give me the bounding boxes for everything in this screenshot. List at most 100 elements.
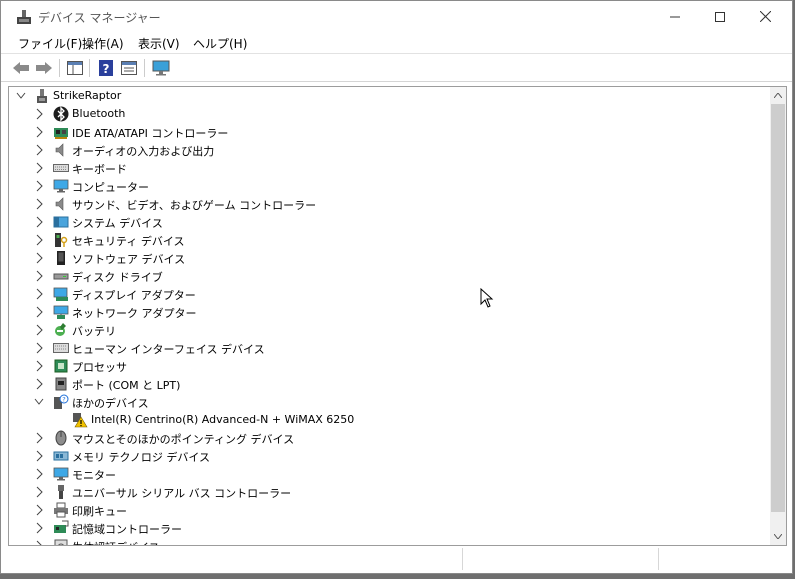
tree-item-category[interactable]: オーディオの入力および出力 (9, 141, 769, 159)
chevron-right-icon[interactable] (34, 540, 44, 546)
memory-icon (53, 451, 69, 461)
mouse-cursor-icon (480, 288, 494, 308)
tree-item-label: マウスとそのほかのポインティング デバイス (72, 433, 295, 446)
tree-item-category[interactable]: サウンド、ビデオ、およびゲーム コントローラー (9, 195, 769, 213)
tree-item-category[interactable]: 記憶域コントローラー (9, 519, 769, 537)
tree-item-category[interactable]: ヒューマン インターフェイス デバイス (9, 339, 769, 357)
chevron-right-icon[interactable] (34, 108, 44, 120)
chevron-right-icon[interactable] (34, 252, 44, 264)
show-hide-tree-button[interactable] (65, 58, 85, 78)
scroll-up-button[interactable] (770, 87, 786, 104)
minimize-button[interactable] (652, 1, 698, 32)
chevron-right-icon[interactable] (34, 342, 44, 354)
monitor-icon (53, 467, 69, 481)
toolbar-separator (144, 59, 145, 77)
tree-item-category[interactable]: コンピューター (9, 177, 769, 195)
tree-item-category[interactable]: バッテリ (9, 321, 769, 339)
chevron-right-icon[interactable] (34, 288, 44, 300)
tree-item-category[interactable]: ポート (COM と LPT) (9, 375, 769, 393)
speaker-icon (55, 197, 64, 211)
mouse-icon (55, 430, 67, 446)
tree-item-category[interactable]: IDE ATA/ATAPI コントローラー (9, 123, 769, 141)
tree-item-label: ネットワーク アダプター (72, 307, 197, 320)
chevron-right-icon[interactable] (34, 306, 44, 318)
tree-item-category[interactable]: 生体認証デバイス (9, 537, 769, 546)
forward-button[interactable] (34, 58, 54, 78)
tree-item-category[interactable]: キーボード (9, 159, 769, 177)
chevron-down-icon[interactable] (16, 90, 26, 102)
chevron-right-icon[interactable] (34, 324, 44, 336)
tree-item-category[interactable]: メモリ テクノロジ デバイス (9, 447, 769, 465)
scroll-down-button[interactable] (770, 528, 786, 545)
tree-item-category[interactable]: 印刷キュー (9, 501, 769, 519)
chevron-right-icon[interactable] (34, 144, 44, 156)
tree-item-category[interactable]: ディスプレイ アダプター (9, 285, 769, 303)
device-tree-pane: StrikeRaptor Bluetooth IDE ATA/ATAPI コントロー… (8, 86, 787, 546)
chevron-right-icon[interactable] (34, 180, 44, 192)
close-button[interactable] (742, 1, 788, 32)
tree-item-category[interactable]: ディスク ドライブ (9, 267, 769, 285)
tree-item-label: サウンド、ビデオ、およびゲーム コントローラー (72, 199, 317, 212)
help-button[interactable]: ? (96, 58, 116, 78)
chevron-right-icon[interactable] (34, 486, 44, 498)
title-bar[interactable]: デバイス マネージャー (1, 1, 792, 32)
chevron-right-icon[interactable] (34, 162, 44, 174)
keyboard-icon (53, 164, 69, 172)
speaker-icon (55, 143, 64, 157)
menu-file[interactable]: ファイル(F) (18, 35, 82, 52)
minimize-icon (670, 16, 680, 17)
chevron-right-icon[interactable] (34, 504, 44, 516)
chevron-right-icon[interactable] (34, 522, 44, 534)
battery-icon (55, 323, 66, 336)
computer-root-icon (37, 89, 47, 103)
chevron-up-icon (774, 93, 782, 98)
menu-bar: ファイル(F) 操作(A) 表示(V) ヘルプ(H) (1, 32, 792, 53)
tree-item-label: オーディオの入力および出力 (72, 145, 215, 158)
chevron-right-icon[interactable] (34, 360, 44, 372)
menu-action[interactable]: 操作(A) (82, 35, 124, 52)
chevron-right-icon[interactable] (34, 468, 44, 480)
tree-item-category[interactable]: ネットワーク アダプター (9, 303, 769, 321)
network-adapter-icon (53, 305, 69, 319)
back-icon (13, 62, 29, 74)
usb-icon (58, 485, 64, 499)
chevron-right-icon[interactable] (34, 126, 44, 138)
tree-item-device[interactable]: Intel(R) Centrino(R) Advanced-N + WiMAX … (9, 411, 769, 429)
tree-item-category[interactable]: ソフトウェア デバイス (9, 249, 769, 267)
printer-icon (54, 502, 68, 518)
tree-item-label: ポート (COM と LPT) (72, 379, 181, 392)
svg-text:?: ? (103, 62, 110, 76)
tree-item-label: StrikeRaptor (53, 89, 122, 102)
scan-hardware-button[interactable] (151, 58, 171, 78)
chevron-right-icon[interactable] (34, 216, 44, 228)
chevron-right-icon[interactable] (34, 432, 44, 444)
tree-item-label: コンピューター (72, 181, 149, 194)
tree-root[interactable]: StrikeRaptor (9, 87, 769, 105)
tree-item-category[interactable]: Bluetooth (9, 105, 769, 123)
hid-icon (53, 343, 69, 353)
tree-item-category[interactable]: ? ほかのデバイス (9, 393, 769, 411)
tree-item-category[interactable]: セキュリティ デバイス (9, 231, 769, 249)
vertical-scrollbar[interactable] (770, 87, 786, 545)
scrollbar-thumb[interactable] (771, 104, 785, 512)
menu-help[interactable]: ヘルプ(H) (193, 35, 247, 52)
tree-item-category[interactable]: ユニバーサル シリアル バス コントローラー (9, 483, 769, 501)
back-button[interactable] (11, 58, 31, 78)
menu-view[interactable]: 表示(V) (138, 35, 180, 52)
chevron-down-icon[interactable] (34, 396, 44, 408)
tree-item-label: ヒューマン インターフェイス デバイス (72, 343, 265, 356)
chevron-right-icon[interactable] (34, 450, 44, 462)
tree-item-category[interactable]: マウスとそのほかのポインティング デバイス (9, 429, 769, 447)
tree-item-category[interactable]: モニター (9, 465, 769, 483)
chevron-right-icon[interactable] (34, 378, 44, 390)
chevron-right-icon[interactable] (34, 234, 44, 246)
tree-item-label: 記憶域コントローラー (72, 523, 182, 536)
tree-item-category[interactable]: プロセッサ (9, 357, 769, 375)
status-segment (462, 548, 659, 570)
chevron-right-icon[interactable] (34, 198, 44, 210)
properties-button[interactable] (119, 58, 139, 78)
tree-item-category[interactable]: システム デバイス (9, 213, 769, 231)
show-hide-tree-icon (67, 61, 83, 75)
maximize-button[interactable] (697, 1, 743, 32)
chevron-right-icon[interactable] (34, 270, 44, 282)
